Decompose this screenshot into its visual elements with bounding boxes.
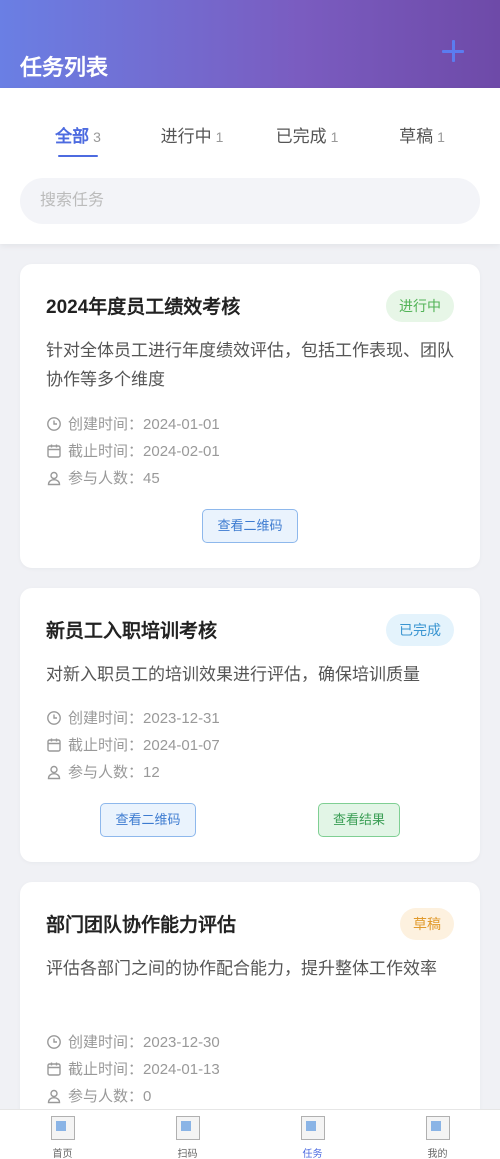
user-icon [47,471,61,486]
deadline-time: 截止时间：2024-01-13 [46,1060,220,1080]
participants-value: 0 [143,1088,152,1105]
tab-count: 1 [437,129,445,145]
created-value: 2024-01-01 [143,416,220,433]
task-title: 部门团队协作能力评估 [46,915,237,936]
participants-value: 45 [143,470,160,487]
tab-count: 1 [215,129,224,145]
created-label: 创建时间： [68,1034,144,1051]
scan-icon [176,1116,200,1140]
bottom-tab-bar: 首页 扫码 任务 我的 [0,1109,500,1159]
calendar-icon [47,738,61,752]
tab-count: 1 [330,129,339,145]
task-title: 2024年度员工绩效考核 [46,297,241,318]
created-label: 创建时间： [68,710,144,727]
tab-label: 已完成 [275,127,327,146]
tabbar-label: 任务 [302,1149,323,1159]
tabbar-label: 扫码 [177,1149,198,1159]
tabbar-label: 首页 [52,1149,73,1159]
created-value: 2023-12-30 [143,1034,220,1051]
user-icon [47,765,61,780]
participants: 参与人数：45 [46,469,160,489]
active-tab-indicator [58,155,98,157]
participants-value: 12 [143,764,160,781]
task-description: 针对全体员工进行年度绩效评估，包括工作表现、团队协作等多个维度 [46,341,454,389]
clock-icon [47,1035,61,1049]
task-description: 评估各部门之间的协作配合能力，提升整体工作效率 [46,959,437,978]
status-badge: 已完成 [386,614,454,646]
deadline-time: 截止时间：2024-02-01 [46,442,220,462]
tab-label: 进行中 [160,127,212,146]
participants: 参与人数：0 [46,1087,151,1107]
deadline-time: 截止时间：2024-01-07 [46,736,220,756]
tab-label: 草稿 [399,127,434,146]
view-qr-button[interactable]: 查看二维码 [100,803,196,837]
deadline-value: 2024-01-07 [143,737,220,754]
task-card[interactable]: 2024年度员工绩效考核 进行中 针对全体员工进行年度绩效评估，包括工作表现、团… [20,264,480,568]
task-card[interactable]: 新员工入职培训考核 已完成 对新入职员工的培训效果进行评估，确保培训质量 创建时… [20,588,480,862]
clock-icon [47,417,61,431]
tabbar-item-scan[interactable]: 扫码 [125,1110,250,1159]
deadline-label: 截止时间： [68,1061,144,1078]
page-title: 任务列表 [20,55,109,80]
tab-all[interactable]: 全部 3 [18,122,138,148]
tabbar-item-home[interactable]: 首页 [0,1110,125,1159]
tabbar-item-mine[interactable]: 我的 [375,1110,500,1159]
participants-label: 参与人数： [68,470,144,487]
filter-panel: 全部 3 进行中 1 已完成 1 草稿 1 搜索任务 [0,88,500,244]
tab-in-progress[interactable]: 进行中 1 [132,122,252,148]
clock-icon [47,711,61,725]
created-label: 创建时间： [68,416,144,433]
task-card[interactable]: 部门团队协作能力评估 草稿 评估各部门之间的协作配合能力，提升整体工作效率 创建… [20,882,480,1142]
deadline-value: 2024-01-13 [143,1061,220,1078]
user-icon [47,1089,61,1104]
view-qr-button[interactable]: 查看二维码 [202,509,298,543]
created-value: 2023-12-31 [143,710,220,727]
status-badge: 进行中 [386,290,454,322]
search-input[interactable]: 搜索任务 [20,178,480,224]
tab-label: 全部 [55,127,90,146]
home-icon [51,1116,75,1140]
participants-label: 参与人数： [68,1088,144,1105]
tab-completed[interactable]: 已完成 1 [247,122,367,148]
tabbar-label: 我的 [427,1149,448,1159]
profile-icon [426,1116,450,1140]
task-description: 对新入职员工的培训效果进行评估，确保培训质量 [46,665,420,684]
tabbar-item-tasks[interactable]: 任务 [250,1110,375,1159]
tasks-icon [301,1116,325,1140]
status-badge: 草稿 [400,908,454,940]
calendar-icon [47,1062,61,1076]
created-time: 创建时间：2023-12-30 [46,1033,220,1053]
tab-draft[interactable]: 草稿 1 [362,122,482,148]
deadline-value: 2024-02-01 [143,443,220,460]
deadline-label: 截止时间： [68,737,144,754]
add-task-button[interactable] [436,34,472,70]
created-time: 创建时间：2024-01-01 [46,415,220,435]
view-result-button[interactable]: 查看结果 [318,803,400,837]
participants: 参与人数：12 [46,763,160,783]
calendar-icon [47,444,61,458]
app-header: 任务列表 [0,0,500,88]
tab-count: 3 [93,129,101,145]
created-time: 创建时间：2023-12-31 [46,709,220,729]
deadline-label: 截止时间： [68,443,144,460]
task-title: 新员工入职培训考核 [46,621,218,642]
participants-label: 参与人数： [68,764,144,781]
